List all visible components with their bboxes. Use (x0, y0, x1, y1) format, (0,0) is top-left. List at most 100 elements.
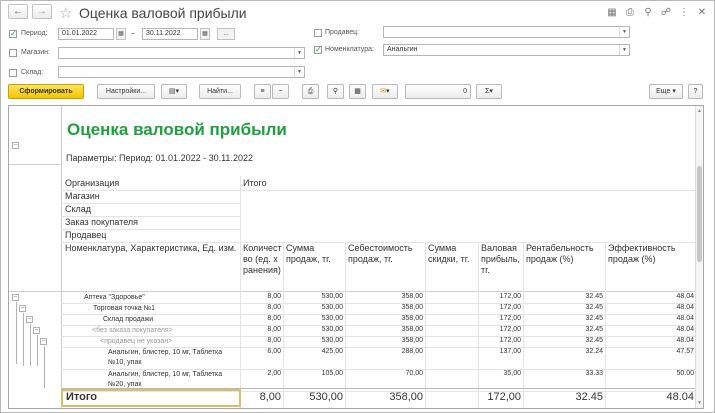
dim-nomenclature: Номенклатура, Характеристика, Ед. изм. (65, 243, 237, 253)
save-file-button[interactable]: ▦ (349, 84, 366, 99)
row-gross: 172,00 (499, 293, 521, 300)
warehouse-field[interactable]: ▼ (58, 66, 305, 78)
calendar-to-button[interactable]: ▦ (200, 28, 210, 40)
preview-button[interactable]: ⚲ (327, 84, 344, 99)
arrow-right-icon: → (37, 6, 47, 17)
row-qty: 8,00 (267, 315, 281, 322)
back-button[interactable]: ← (8, 4, 28, 19)
group-toggle[interactable]: − (19, 305, 26, 312)
more-button[interactable]: Еще ▾ (649, 84, 683, 99)
col-eff: Эффективность продаж (%) (608, 243, 676, 264)
sum-field[interactable]: 0 (405, 84, 471, 99)
calendar-from-button[interactable]: ▦ (116, 28, 126, 40)
period-label: Период: (21, 30, 48, 37)
chevron-down-icon[interactable]: ▼ (294, 48, 304, 58)
row-qty: 2,00 (267, 370, 281, 377)
close-icon[interactable]: ✕ (696, 7, 708, 18)
row-rent: 32.45 (585, 304, 603, 311)
link-icon[interactable]: ☍ (660, 7, 672, 18)
save-icon[interactable]: ▦ (606, 7, 618, 18)
row-cost: 288,00 (401, 348, 423, 355)
row-name: Склад продажи (103, 316, 154, 323)
row-sales: 530,00 (321, 326, 343, 333)
dim-warehouse: Склад (65, 204, 92, 214)
row-rent: 32.45 (585, 293, 603, 300)
period-checkbox[interactable]: ✓ (9, 30, 17, 38)
arrow-left-icon: ← (13, 6, 23, 17)
scroll-up-icon[interactable]: ▲ (696, 108, 703, 114)
group-toggle[interactable]: − (40, 338, 47, 345)
chevron-down-icon: ▾ (386, 88, 390, 95)
chevron-down-icon[interactable]: ▼ (294, 67, 304, 77)
report-spreadsheet[interactable]: − Оценка валовой прибыли Параметры: Пери… (8, 105, 704, 409)
preview-icon: ⚲ (332, 88, 339, 95)
row-eff: 48.04 (676, 304, 694, 311)
period-choose-button[interactable]: ... (217, 28, 235, 40)
total-sales: 530,00 (309, 391, 343, 403)
row-sales: 530,00 (321, 304, 343, 311)
row-cost: 358,00 (401, 337, 423, 344)
save-icon: ▦ (354, 88, 361, 95)
col-discount: Сумма скидки, тг. (428, 243, 470, 264)
row-name: Аптека "Здоровье" (84, 294, 145, 301)
favorite-star-icon[interactable]: ☆ (59, 4, 72, 22)
row-name: Анальгин, блистер, 10 мг, Таблетка №20, … (108, 371, 223, 388)
row-cost: 358,00 (401, 315, 423, 322)
more-label: Еще (656, 88, 671, 95)
row-cost: 358,00 (401, 304, 423, 311)
store-field[interactable]: ▼ (58, 47, 305, 59)
row-gross: 172,00 (499, 326, 521, 333)
find-button[interactable]: Найти... (199, 84, 241, 99)
row-cost: 70,00 (405, 370, 423, 377)
search-icon[interactable]: ⚲ (642, 7, 654, 18)
group-toggle[interactable]: − (12, 294, 19, 301)
window-title: Оценка валовой прибыли (79, 5, 247, 21)
help-button[interactable]: ? (688, 84, 703, 99)
send-mail-button[interactable]: ✉▾ (372, 84, 398, 99)
expand-icon: ≡ (260, 88, 265, 95)
row-eff: 48.04 (676, 326, 694, 333)
row-cost: 358,00 (401, 326, 423, 333)
variants-button[interactable]: ▤▾ (161, 84, 187, 99)
row-cost: 358,00 (401, 293, 423, 300)
row-gross: 172,00 (499, 337, 521, 344)
store-checkbox[interactable] (9, 49, 17, 57)
warehouse-label: Склад: (21, 69, 44, 76)
seller-field[interactable]: ▼ (383, 26, 630, 38)
group-toggle[interactable]: − (33, 327, 40, 334)
settings-button[interactable]: Настройки... (97, 84, 155, 99)
group-toggle[interactable]: − (12, 142, 19, 149)
row-eff: 48.04 (676, 293, 694, 300)
active-cell[interactable] (61, 389, 241, 407)
dim-order: Заказ покупателя (65, 217, 139, 227)
row-sales: 530,00 (321, 293, 343, 300)
row-qty: 8,00 (267, 304, 281, 311)
more-icon[interactable]: ⋮ (678, 7, 690, 18)
total-header: Итого (243, 178, 267, 188)
sum-type-button[interactable]: Σ▾ (476, 84, 502, 99)
seller-checkbox[interactable] (314, 29, 322, 37)
period-from-field[interactable]: 01.01.2022 (58, 28, 114, 40)
row-name: Анальгин, блистер, 10 мг, Таблетка №10, … (108, 349, 223, 366)
warehouse-checkbox[interactable] (9, 69, 17, 77)
chevron-down-icon[interactable]: ▼ (619, 27, 629, 37)
group-toggle[interactable]: − (26, 316, 33, 323)
expand-groups-button[interactable]: ≡ (254, 84, 271, 99)
chevron-down-icon[interactable]: ▼ (619, 45, 629, 55)
col-gross: Валовая прибыль, тг. (481, 243, 520, 275)
sigma-icon: Σ▾ (485, 88, 493, 95)
print-icon[interactable]: ⎙ (624, 7, 636, 18)
dim-organization: Организация (65, 178, 120, 188)
store-label: Магазин: (21, 49, 50, 56)
nomenclature-field[interactable]: Анальгин ▼ (383, 44, 630, 56)
nomenclature-checkbox[interactable]: ✓ (314, 46, 322, 54)
generate-button[interactable]: Сформировать (8, 84, 84, 99)
vertical-scrollbar[interactable]: ▲ ▼ (695, 106, 703, 408)
scroll-thumb[interactable] (697, 166, 702, 262)
scroll-down-icon[interactable]: ▼ (696, 400, 703, 406)
print-button[interactable]: ⎙ (302, 84, 319, 99)
forward-button[interactable]: → (32, 4, 52, 19)
collapse-groups-button[interactable]: − (272, 84, 289, 99)
period-to-field[interactable]: 30.11.2022 (142, 28, 198, 40)
row-eff: 50.00 (676, 370, 694, 377)
